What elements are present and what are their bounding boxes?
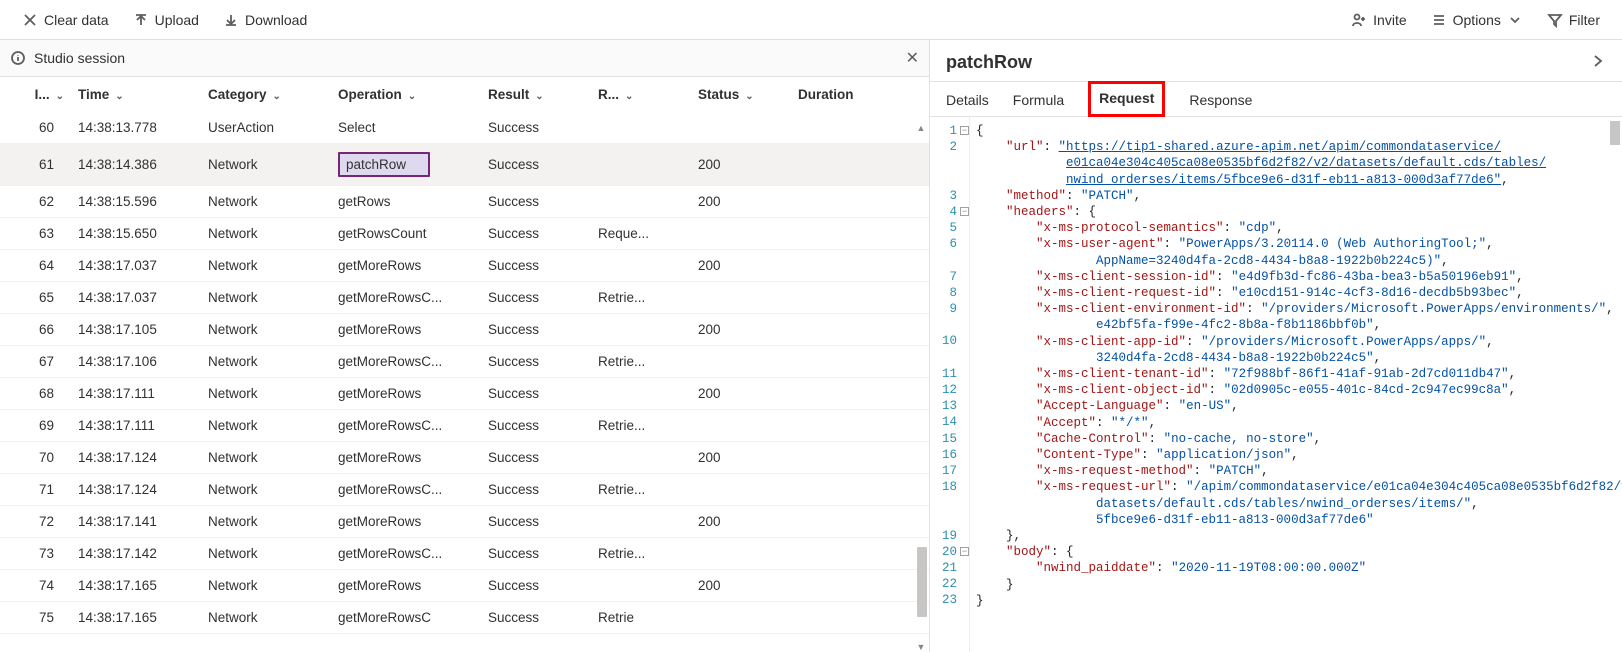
- list-icon: [1431, 12, 1447, 28]
- download-icon: [223, 12, 239, 28]
- person-add-icon: [1351, 12, 1367, 28]
- session-label: Studio session: [34, 50, 125, 66]
- table-row[interactable]: 7514:38:17.165NetworkgetMoreRowsCSuccess…: [0, 602, 929, 634]
- table-row[interactable]: 6914:38:17.111NetworkgetMoreRowsC...Succ…: [0, 410, 929, 442]
- detail-title: patchRow: [946, 52, 1032, 73]
- clear-data-button[interactable]: Clear data: [10, 4, 121, 36]
- table-row[interactable]: 6714:38:17.106NetworkgetMoreRowsC...Succ…: [0, 346, 929, 378]
- tab-response[interactable]: Response: [1189, 82, 1252, 116]
- table-row[interactable]: 6814:38:17.111NetworkgetMoreRowsSuccess2…: [0, 378, 929, 410]
- table-row[interactable]: 6214:38:15.596NetworkgetRowsSuccess200: [0, 186, 929, 218]
- tab-request[interactable]: Request: [1088, 81, 1165, 117]
- toolbar: Clear data Upload Download Invite Option…: [0, 0, 1622, 40]
- col-r[interactable]: R...⌄: [590, 77, 690, 112]
- table-row[interactable]: 6514:38:17.037NetworkgetMoreRowsC...Succ…: [0, 282, 929, 314]
- clear-label: Clear data: [44, 12, 109, 28]
- table-row[interactable]: 7314:38:17.142NetworkgetMoreRowsC...Succ…: [0, 538, 929, 570]
- detail-header: patchRow: [930, 40, 1622, 82]
- upload-label: Upload: [155, 12, 199, 28]
- col-duration[interactable]: Duration: [790, 77, 929, 112]
- options-label: Options: [1453, 12, 1501, 28]
- col-status[interactable]: Status⌄: [690, 77, 790, 112]
- x-icon: [22, 12, 38, 28]
- table-row[interactable]: 7214:38:17.141NetworkgetMoreRowsSuccess2…: [0, 506, 929, 538]
- table-header-row: I...⌄ Time⌄ Category⌄ Operation⌄ Result⌄…: [0, 77, 929, 112]
- filter-button[interactable]: Filter: [1535, 4, 1612, 36]
- scrollbar-track[interactable]: ▲ ▼: [915, 127, 927, 648]
- upload-icon: [133, 12, 149, 28]
- col-result[interactable]: Result⌄: [480, 77, 590, 112]
- code-scrollbar-thumb[interactable]: [1610, 121, 1620, 145]
- col-id[interactable]: I...⌄: [0, 77, 70, 112]
- filter-icon: [1547, 12, 1563, 28]
- col-time[interactable]: Time⌄: [70, 77, 200, 112]
- invite-button[interactable]: Invite: [1339, 4, 1418, 36]
- table-row[interactable]: 7414:38:17.165NetworkgetMoreRowsSuccess2…: [0, 570, 929, 602]
- invite-label: Invite: [1373, 12, 1406, 28]
- table-row[interactable]: 6414:38:17.037NetworkgetMoreRowsSuccess2…: [0, 250, 929, 282]
- col-operation[interactable]: Operation⌄: [330, 77, 480, 112]
- scrollbar-thumb[interactable]: [917, 547, 927, 617]
- download-label: Download: [245, 12, 307, 28]
- code-viewer[interactable]: 1−234−567891011121314151617181920−212223…: [930, 117, 1622, 652]
- col-category[interactable]: Category⌄: [200, 77, 330, 112]
- events-table: I...⌄ Time⌄ Category⌄ Operation⌄ Result⌄…: [0, 77, 929, 634]
- table-row[interactable]: 6014:38:13.778UserActionSelectSuccess: [0, 112, 929, 144]
- tab-details[interactable]: Details: [946, 82, 989, 116]
- session-bar: Studio session ✕: [0, 40, 929, 77]
- table-row[interactable]: 6114:38:14.386NetworkpatchRowSuccess200: [0, 144, 929, 186]
- close-icon[interactable]: ✕: [906, 48, 919, 68]
- options-button[interactable]: Options: [1419, 4, 1535, 36]
- table-row[interactable]: 6614:38:17.105NetworkgetMoreRowsSuccess2…: [0, 314, 929, 346]
- table-row[interactable]: 6314:38:15.650NetworkgetRowsCountSuccess…: [0, 218, 929, 250]
- tab-formula[interactable]: Formula: [1013, 82, 1064, 116]
- table-row[interactable]: 7114:38:17.124NetworkgetMoreRowsC...Succ…: [0, 474, 929, 506]
- chevron-right-icon[interactable]: [1590, 53, 1606, 72]
- chevron-down-icon: [1507, 12, 1523, 28]
- table-row[interactable]: 7014:38:17.124NetworkgetMoreRowsSuccess2…: [0, 442, 929, 474]
- detail-tabs: Details Formula Request Response: [930, 82, 1622, 117]
- download-button[interactable]: Download: [211, 4, 319, 36]
- upload-button[interactable]: Upload: [121, 4, 211, 36]
- filter-label: Filter: [1569, 12, 1600, 28]
- info-icon: [10, 50, 26, 66]
